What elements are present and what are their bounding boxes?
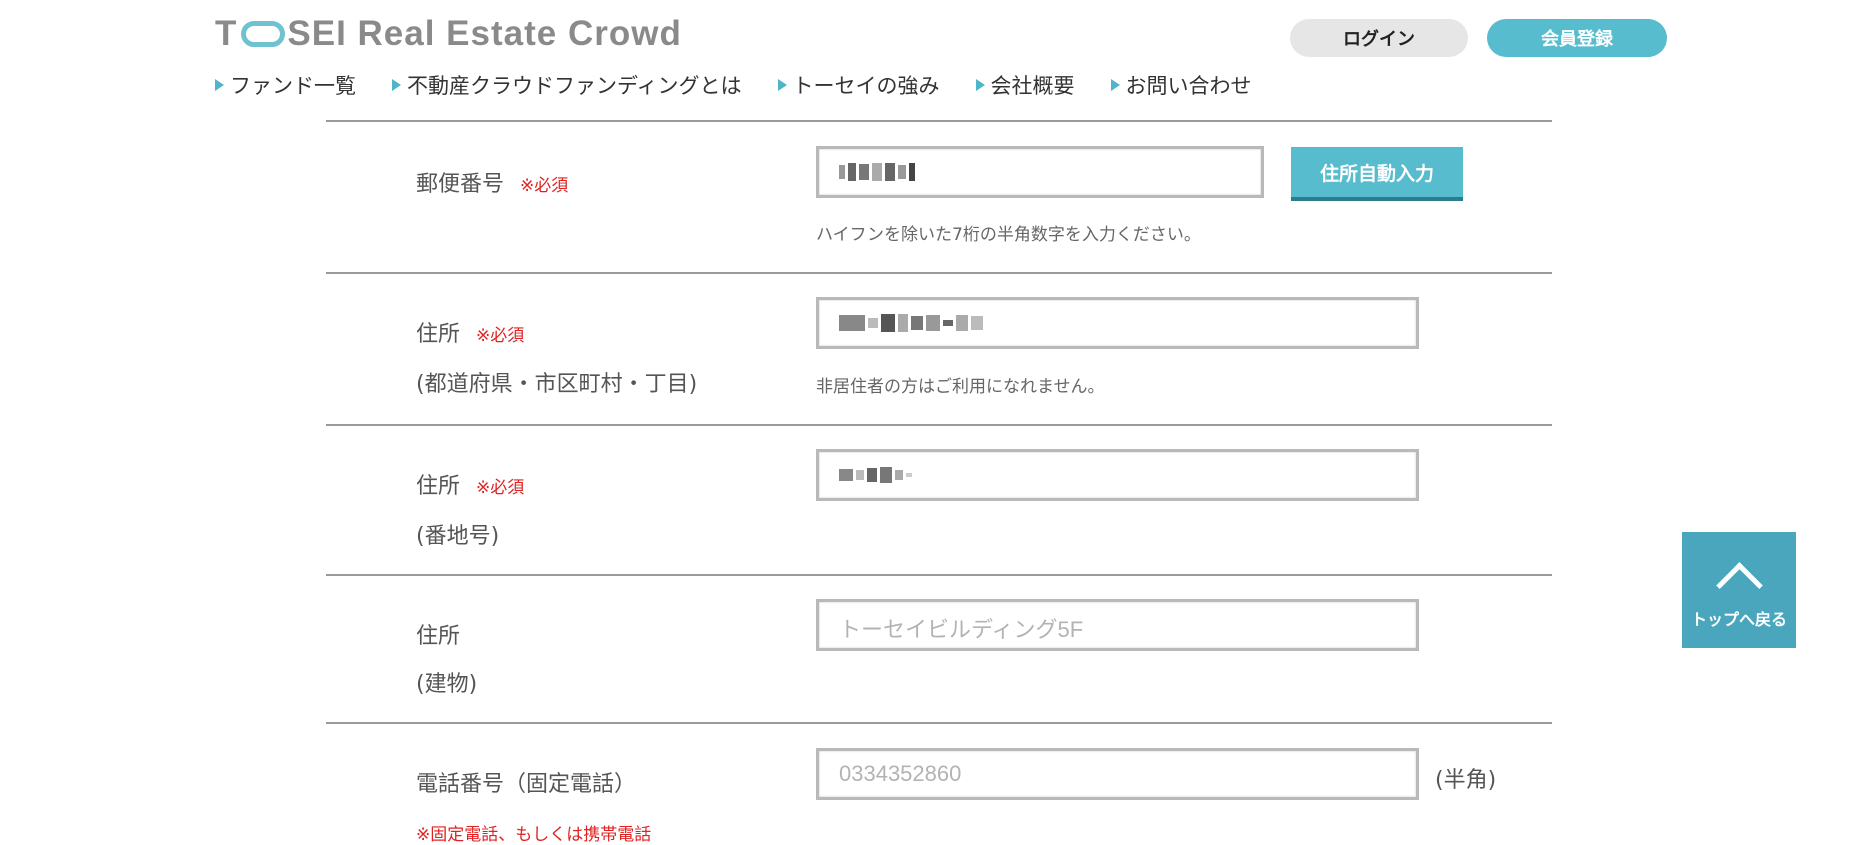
address2-label-group: 住所 ※必須 — [416, 472, 524, 503]
masked-value — [839, 462, 1396, 488]
triangle-right-icon — [975, 79, 985, 91]
main-nav: ファンド一覧 不動産クラウドファンディングとは トーセイの強み 会社概要 お問い… — [215, 70, 1288, 100]
logo-prefix: T — [215, 14, 238, 53]
triangle-right-icon — [777, 79, 787, 91]
postal-hint: ハイフンを除いた7桁の半角数字を入力ください。 — [816, 225, 1201, 245]
back-to-top-button[interactable]: トップへ戻る — [1682, 532, 1796, 648]
required-mark: ※必須 — [476, 478, 525, 498]
postal-label: 郵便番号 — [416, 172, 505, 197]
address1-hint: 非居住者の方はご利用になれません。 — [816, 377, 1105, 397]
phone-input[interactable]: 0334352860 — [816, 748, 1419, 800]
phone-suffix: (半角) — [1435, 768, 1497, 793]
login-button[interactable]: ログイン — [1290, 19, 1468, 57]
nav-item-about-crowdfunding[interactable]: 不動産クラウドファンディングとは — [392, 70, 742, 100]
required-mark: ※必須 — [520, 176, 569, 196]
form-row-postal-code: 郵便番号 ※必須 住所自動入力 ハイフンを除いた7桁の半角数字を入力ください。 — [326, 120, 1552, 274]
logo-text: SEI Real Estate Crowd — [287, 14, 682, 53]
chevron-up-icon — [1715, 561, 1763, 609]
logo-ring-icon — [241, 21, 286, 47]
required-mark: ※必須 — [476, 326, 525, 346]
address3-label: 住所 — [416, 624, 461, 649]
triangle-right-icon — [392, 79, 401, 91]
address3-sub-label: (建物) — [416, 672, 478, 697]
nav-label: 不動産クラウドファンディングとは — [407, 74, 742, 98]
masked-value — [839, 310, 1396, 336]
nav-item-fund-list[interactable]: ファンド一覧 — [215, 70, 356, 100]
postal-code-input[interactable] — [816, 146, 1264, 198]
nav-label: 会社概要 — [990, 74, 1075, 98]
masked-value — [839, 159, 1241, 185]
address-building-input[interactable]: トーセイビルディング5F — [816, 599, 1419, 651]
postal-label-group: 郵便番号 ※必須 — [416, 170, 568, 201]
nav-label: トーセイの強み — [792, 74, 940, 98]
address2-sub-label: (番地号) — [416, 524, 500, 549]
site-header: T SEI Real Estate Crowd ファンド一覧 不動産クラウドファ… — [0, 0, 1865, 120]
nav-item-strengths[interactable]: トーセイの強み — [777, 70, 940, 100]
phone-label: 電話番号（固定電話） — [416, 772, 637, 797]
address-street-input[interactable] — [816, 449, 1419, 501]
phone-placeholder: 0334352860 — [839, 761, 962, 786]
triangle-right-icon — [1110, 79, 1120, 91]
nav-label: お問い合わせ — [1125, 74, 1252, 98]
phone-note: ※固定電話、もしくは携帯電話 — [416, 825, 652, 845]
nav-item-contact[interactable]: お問い合わせ — [1110, 70, 1252, 100]
auto-address-button[interactable]: 住所自動入力 — [1291, 147, 1463, 201]
form-row-address-prefecture: 住所 ※必須 (都道府県・市区町村・丁目) 非居住者の方はご利用になれません。 — [326, 272, 1552, 426]
nav-item-company[interactable]: 会社概要 — [975, 70, 1075, 100]
address1-sub-label: (都道府県・市区町村・丁目) — [416, 372, 698, 397]
address1-label: 住所 — [416, 322, 461, 347]
logo[interactable]: T SEI Real Estate Crowd — [215, 14, 682, 54]
form-row-address-street: 住所 ※必須 (番地号) — [326, 424, 1552, 576]
address-prefecture-input[interactable] — [816, 297, 1419, 349]
address2-label: 住所 — [416, 474, 461, 499]
form-row-address-building: 住所 (建物) トーセイビルディング5F — [326, 574, 1552, 724]
address1-label-group: 住所 ※必須 — [416, 320, 524, 351]
address-building-placeholder: トーセイビルディング5F — [839, 617, 1084, 642]
form-row-phone: 電話番号（固定電話） ※固定電話、もしくは携帯電話 0334352860 (半角… — [326, 722, 1552, 845]
triangle-right-icon — [215, 79, 224, 91]
register-button[interactable]: 会員登録 — [1487, 19, 1667, 57]
nav-label: ファンド一覧 — [230, 74, 356, 98]
